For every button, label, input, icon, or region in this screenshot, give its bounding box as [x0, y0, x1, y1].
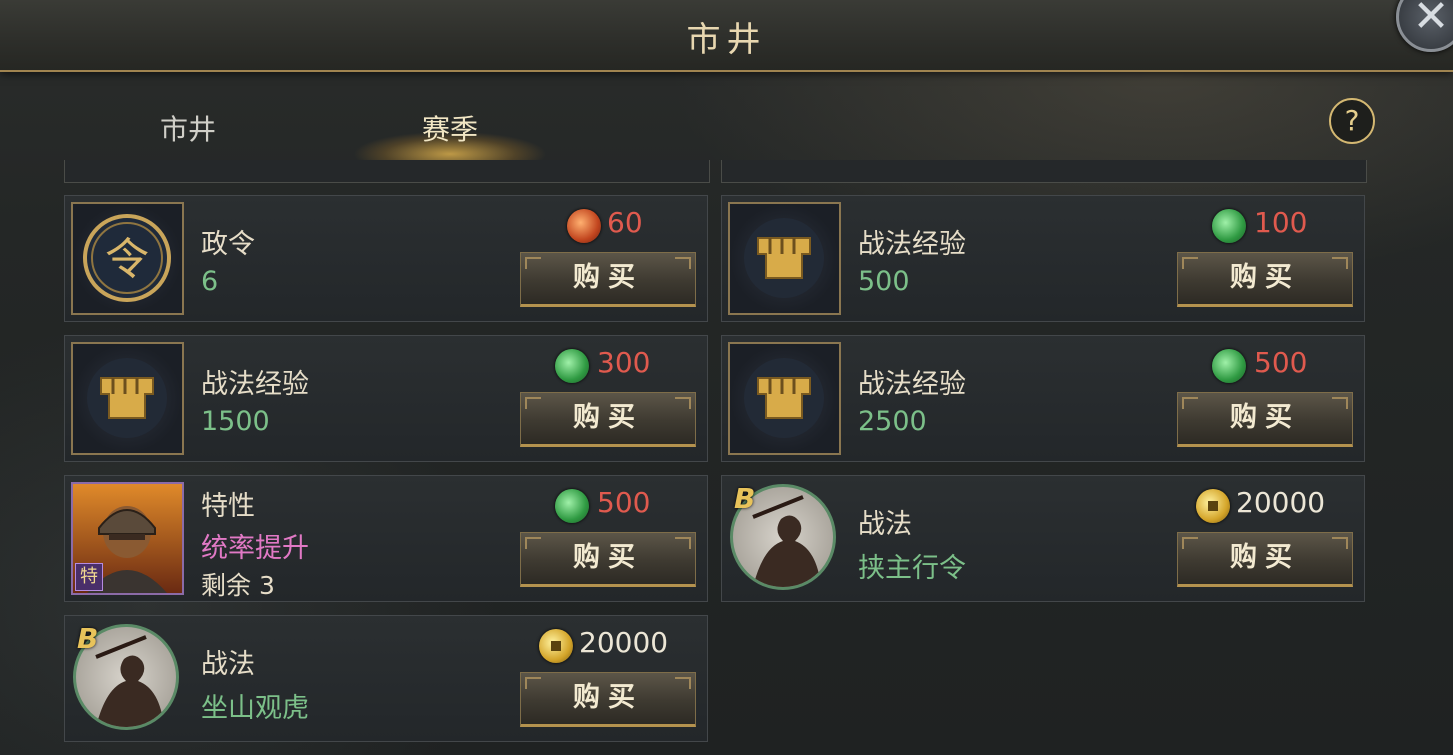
item-name: 特性: [201, 491, 255, 522]
gold-coin-icon: [539, 629, 573, 663]
tab-shijing[interactable]: 市井: [160, 108, 216, 148]
item-price: 300: [519, 346, 699, 383]
buy-button[interactable]: 购买: [520, 392, 696, 447]
jade-coin-icon: [1212, 209, 1246, 243]
jade-coin-icon: [1212, 349, 1246, 383]
command-token-icon: 令: [71, 202, 184, 315]
window-title: 市井: [686, 20, 767, 60]
list-item-partial: [64, 160, 710, 183]
fist-icon: [728, 342, 841, 455]
general-portrait-icon: 特: [71, 482, 184, 595]
buy-button[interactable]: 购买: [520, 532, 696, 587]
jade-coin-icon: [555, 349, 589, 383]
grade-badge: B: [77, 622, 99, 655]
item-name: 战法: [858, 509, 912, 540]
grade-badge: B: [734, 482, 756, 515]
price-value: 20000: [579, 626, 669, 659]
shop-item: 战法经验 500 100 购买: [721, 195, 1365, 322]
item-name: 战法经验: [858, 369, 966, 400]
price-value: 100: [1254, 206, 1308, 239]
shop-item: 令 政令 6 60 购买: [64, 195, 708, 322]
buy-button[interactable]: 购买: [520, 672, 696, 727]
shop-item: 战法经验 2500 500 购买: [721, 335, 1365, 462]
fist-icon: [728, 202, 841, 315]
skill-name: 挟主行令: [858, 553, 966, 584]
skill-name: 坐山观虎: [201, 693, 309, 724]
shop-item: 战法经验 1500 300 购买: [64, 335, 708, 462]
item-price: 60: [519, 206, 699, 243]
trait-tag: 特: [75, 563, 103, 591]
item-name: 战法经验: [201, 369, 309, 400]
item-name: 战法经验: [858, 229, 966, 260]
copper-coin-icon: [567, 209, 601, 243]
price-value: 60: [607, 206, 643, 239]
item-name: 战法: [201, 649, 255, 680]
item-amount: 1500: [201, 406, 270, 437]
price-value: 500: [597, 486, 651, 519]
item-price: 20000: [1176, 486, 1356, 523]
shop-item: B 战法 挟主行令 20000 购买: [721, 475, 1365, 602]
buy-button[interactable]: 购买: [520, 252, 696, 307]
remaining-count: 剩余 3: [201, 571, 275, 600]
shop-list[interactable]: 令 政令 6 60 购买 战法经验 500 100 购买 战法经验 1500 3…: [60, 160, 1370, 755]
item-amount: 6: [201, 266, 219, 297]
item-price: 100: [1176, 206, 1356, 243]
close-icon: ✕: [1412, 0, 1450, 42]
item-price: 500: [1176, 346, 1356, 383]
shop-item: 特 特性 统率提升 剩余 3 500 购买: [64, 475, 708, 602]
item-amount: 500: [858, 266, 910, 297]
item-amount: 2500: [858, 406, 927, 437]
buy-button[interactable]: 购买: [1177, 252, 1353, 307]
buy-button[interactable]: 购买: [1177, 392, 1353, 447]
tab-bar: 市井 赛季: [0, 72, 1453, 172]
list-item-partial: [721, 160, 1367, 183]
item-price: 20000: [519, 626, 699, 663]
buy-button[interactable]: 购买: [1177, 532, 1353, 587]
item-name: 政令: [201, 229, 255, 260]
price-value: 300: [597, 346, 651, 379]
shop-item: B 战法 坐山观虎 20000 购买: [64, 615, 708, 742]
fist-icon: [71, 342, 184, 455]
question-mark-icon[interactable]: ?: [1329, 98, 1375, 144]
title-bar: 市井: [0, 0, 1453, 72]
item-trait: 统率提升: [201, 533, 309, 564]
item-price: 500: [519, 486, 699, 523]
price-value: 20000: [1236, 486, 1326, 519]
gold-coin-icon: [1196, 489, 1230, 523]
price-value: 500: [1254, 346, 1308, 379]
jade-coin-icon: [555, 489, 589, 523]
tab-season[interactable]: 赛季: [422, 108, 478, 148]
svg-text:令: 令: [105, 234, 149, 285]
